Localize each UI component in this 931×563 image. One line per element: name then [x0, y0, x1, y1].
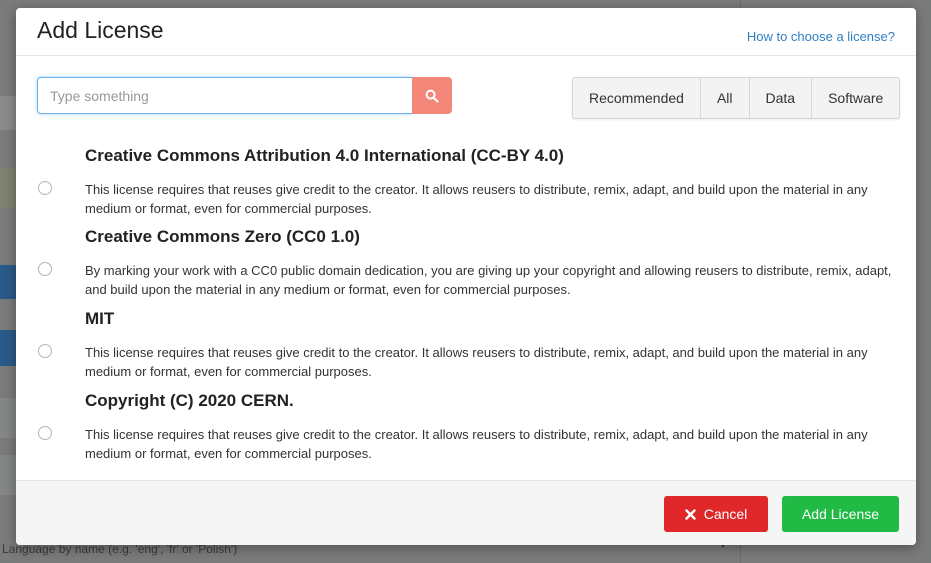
license-description: This license requires that reuses give c… — [85, 182, 868, 216]
search-button[interactable] — [412, 77, 452, 114]
background-tab — [0, 265, 16, 299]
modal-footer: Cancel Add License — [16, 480, 916, 545]
license-title: Creative Commons Attribution 4.0 Interna… — [85, 146, 564, 165]
filter-recommended-button[interactable]: Recommended — [573, 78, 701, 118]
background-field — [0, 455, 16, 495]
license-radio[interactable] — [38, 426, 52, 440]
background-field — [0, 398, 16, 438]
license-description: By marking your work with a CC0 public d… — [85, 263, 892, 297]
license-search — [37, 77, 452, 114]
license-description: This license requires that reuses give c… — [85, 345, 868, 379]
add-license-button[interactable]: Add License — [782, 496, 899, 532]
background-field — [0, 168, 16, 208]
modal-title: Add License — [37, 17, 164, 43]
cancel-button[interactable]: Cancel — [664, 496, 768, 532]
license-title: MIT — [85, 309, 115, 328]
search-input[interactable] — [37, 77, 413, 114]
filter-software-button[interactable]: Software — [812, 78, 900, 118]
cancel-label: Cancel — [703, 506, 748, 522]
add-license-modal: Add License How to choose a license? Rec… — [16, 8, 916, 545]
filter-data-button[interactable]: Data — [749, 78, 813, 118]
background-tab — [0, 330, 16, 366]
license-filter-group: Recommended All Data Software — [572, 77, 901, 119]
how-to-choose-license-link[interactable]: How to choose a license? — [747, 29, 895, 44]
add-license-label: Add License — [801, 506, 880, 522]
modal-header: Add License How to choose a license? — [16, 8, 916, 56]
license-radio[interactable] — [38, 344, 52, 358]
license-radio[interactable] — [38, 181, 52, 195]
close-icon — [685, 508, 696, 520]
license-title: Creative Commons Zero (CC0 1.0) — [85, 227, 360, 246]
background-field — [0, 96, 16, 130]
license-radio[interactable] — [38, 262, 52, 276]
filter-all-button[interactable]: All — [700, 78, 750, 118]
search-icon — [425, 89, 439, 103]
license-description: This license requires that reuses give c… — [85, 427, 868, 461]
license-title: Copyright (C) 2020 CERN. — [85, 391, 294, 410]
